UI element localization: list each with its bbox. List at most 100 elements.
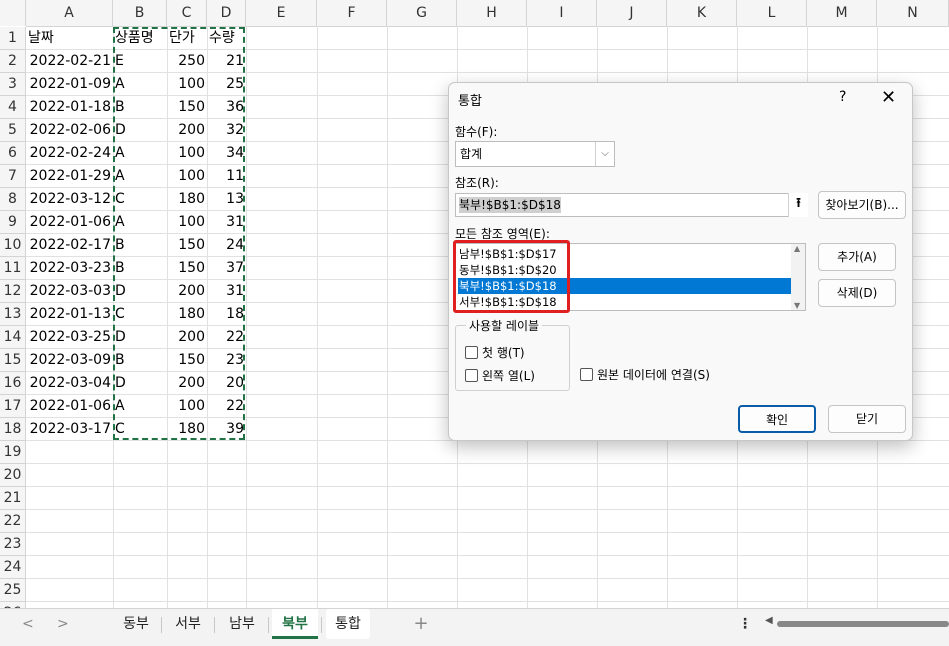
table-cell[interactable]: 2022-03-23	[26, 257, 113, 280]
row-header[interactable]: 21	[0, 487, 26, 510]
table-cell[interactable]: 2022-03-09	[26, 349, 113, 372]
table-cell[interactable]: 2022-02-17	[26, 234, 113, 257]
row-header[interactable]: 17	[0, 395, 26, 418]
browse-button[interactable]: 찾아보기(B)...	[818, 191, 906, 219]
close-button[interactable]: 닫기	[828, 405, 906, 433]
scroll-left-icon[interactable]: ◀	[765, 615, 773, 626]
row-gridline	[26, 486, 949, 487]
delete-reference-button[interactable]: 삭제(D)	[818, 279, 896, 307]
row-header[interactable]: 18	[0, 418, 26, 441]
left-column-checkbox[interactable]: 왼쪽 열(L)	[465, 369, 535, 383]
reference-label: 참조(R):	[455, 176, 499, 190]
column-header-a[interactable]: A	[26, 0, 113, 26]
row-header[interactable]: 5	[0, 119, 26, 142]
row-header[interactable]: 3	[0, 73, 26, 96]
row-header[interactable]: 2	[0, 50, 26, 73]
table-cell[interactable]: 2022-03-03	[26, 280, 113, 303]
add-sheet-button[interactable]: +	[408, 609, 434, 639]
next-sheet-icon[interactable]: >	[57, 616, 69, 632]
header-cell[interactable]: 날짜	[26, 27, 113, 50]
row-header[interactable]: 16	[0, 372, 26, 395]
row-gridline	[26, 601, 949, 602]
tab-separator	[161, 617, 162, 633]
column-gridline	[246, 26, 247, 608]
column-header-k[interactable]: K	[667, 0, 737, 26]
tab-west[interactable]: 서부	[164, 609, 212, 639]
column-header-f[interactable]: F	[317, 0, 387, 26]
column-header-l[interactable]: L	[737, 0, 807, 26]
column-header-e[interactable]: E	[246, 0, 317, 26]
help-button[interactable]: ?	[839, 89, 846, 105]
top-row-checkbox[interactable]: 첫 행(T)	[465, 346, 525, 360]
dialog-title: 통합	[458, 94, 482, 109]
checkbox-icon[interactable]	[465, 346, 478, 359]
row-header[interactable]: 8	[0, 188, 26, 211]
scroll-down-icon[interactable]: ▼	[794, 301, 800, 310]
tab-consolidate[interactable]: 통합	[326, 609, 370, 639]
row-header[interactable]: 4	[0, 96, 26, 119]
row-header[interactable]: 22	[0, 510, 26, 533]
left-column-label: 왼쪽 열(L)	[482, 369, 535, 383]
column-header-h[interactable]: H	[457, 0, 527, 26]
chevron-down-icon[interactable]: ⌵	[595, 142, 614, 166]
row-header[interactable]: 23	[0, 533, 26, 556]
tab-east[interactable]: 동부	[112, 609, 160, 639]
list-scrollbar[interactable]: ▲ ▼	[791, 244, 805, 310]
column-gridline	[317, 26, 318, 608]
checkbox-icon[interactable]	[465, 369, 478, 382]
table-cell[interactable]: 2022-02-21	[26, 50, 113, 73]
column-header-d[interactable]: D	[207, 0, 246, 26]
ok-button[interactable]: 확인	[738, 405, 816, 433]
horizontal-scrollbar[interactable]: ◀	[765, 615, 949, 629]
row-header[interactable]: 20	[0, 464, 26, 487]
table-cell[interactable]: 2022-02-06	[26, 119, 113, 142]
table-cell[interactable]: 2022-01-09	[26, 73, 113, 96]
column-header-row: A B C D E F G H I J K L M N	[26, 0, 949, 27]
row-header[interactable]: 12	[0, 280, 26, 303]
row-header[interactable]: 15	[0, 349, 26, 372]
scroll-up-icon[interactable]: ▲	[794, 244, 800, 253]
row-header[interactable]: 1	[0, 27, 26, 50]
use-labels-group: 사용할 레이블 첫 행(T) 왼쪽 열(L)	[455, 317, 570, 391]
prev-sheet-icon[interactable]: <	[22, 616, 34, 632]
link-source-checkbox[interactable]: 원본 데이터에 연결(S)	[580, 368, 710, 382]
select-all-corner[interactable]	[0, 0, 26, 26]
table-cell[interactable]: 2022-01-13	[26, 303, 113, 326]
row-header[interactable]: 19	[0, 441, 26, 464]
tab-north[interactable]: 북부	[272, 609, 318, 639]
table-cell[interactable]: 2022-03-25	[26, 326, 113, 349]
table-cell[interactable]: 2022-02-24	[26, 142, 113, 165]
row-header[interactable]: 13	[0, 303, 26, 326]
column-header-b[interactable]: B	[113, 0, 167, 26]
row-header[interactable]: 11	[0, 257, 26, 280]
more-options-icon[interactable]: ⋮	[738, 616, 752, 632]
tab-south[interactable]: 남부	[218, 609, 266, 639]
column-header-g[interactable]: G	[387, 0, 457, 26]
add-reference-button[interactable]: 추가(A)	[818, 243, 896, 271]
row-header[interactable]: 6	[0, 142, 26, 165]
column-header-n[interactable]: N	[877, 0, 949, 26]
table-cell[interactable]: 2022-01-18	[26, 96, 113, 119]
table-cell[interactable]: 2022-01-29	[26, 165, 113, 188]
close-icon[interactable]: ✕	[881, 87, 896, 108]
function-select[interactable]: 합계 ⌵	[455, 141, 615, 167]
column-header-c[interactable]: C	[167, 0, 207, 26]
table-cell[interactable]: 2022-03-17	[26, 418, 113, 441]
row-header[interactable]: 10	[0, 234, 26, 257]
row-header[interactable]: 7	[0, 165, 26, 188]
collapse-dialog-icon[interactable]: ⭱	[788, 193, 808, 217]
column-header-m[interactable]: M	[807, 0, 877, 26]
table-cell[interactable]: 2022-01-06	[26, 395, 113, 418]
row-header[interactable]: 14	[0, 326, 26, 349]
table-cell[interactable]: 2022-01-06	[26, 211, 113, 234]
table-cell[interactable]: 2022-03-12	[26, 188, 113, 211]
reference-input[interactable]: 북부!$B$1:$D$18	[455, 193, 808, 217]
checkbox-icon[interactable]	[580, 368, 593, 381]
table-cell[interactable]: 2022-03-04	[26, 372, 113, 395]
column-header-j[interactable]: J	[597, 0, 667, 26]
row-header[interactable]: 24	[0, 556, 26, 579]
row-header[interactable]: 9	[0, 211, 26, 234]
scrollbar-thumb[interactable]	[777, 621, 949, 627]
column-header-i[interactable]: I	[527, 0, 597, 26]
row-header[interactable]: 25	[0, 579, 26, 602]
